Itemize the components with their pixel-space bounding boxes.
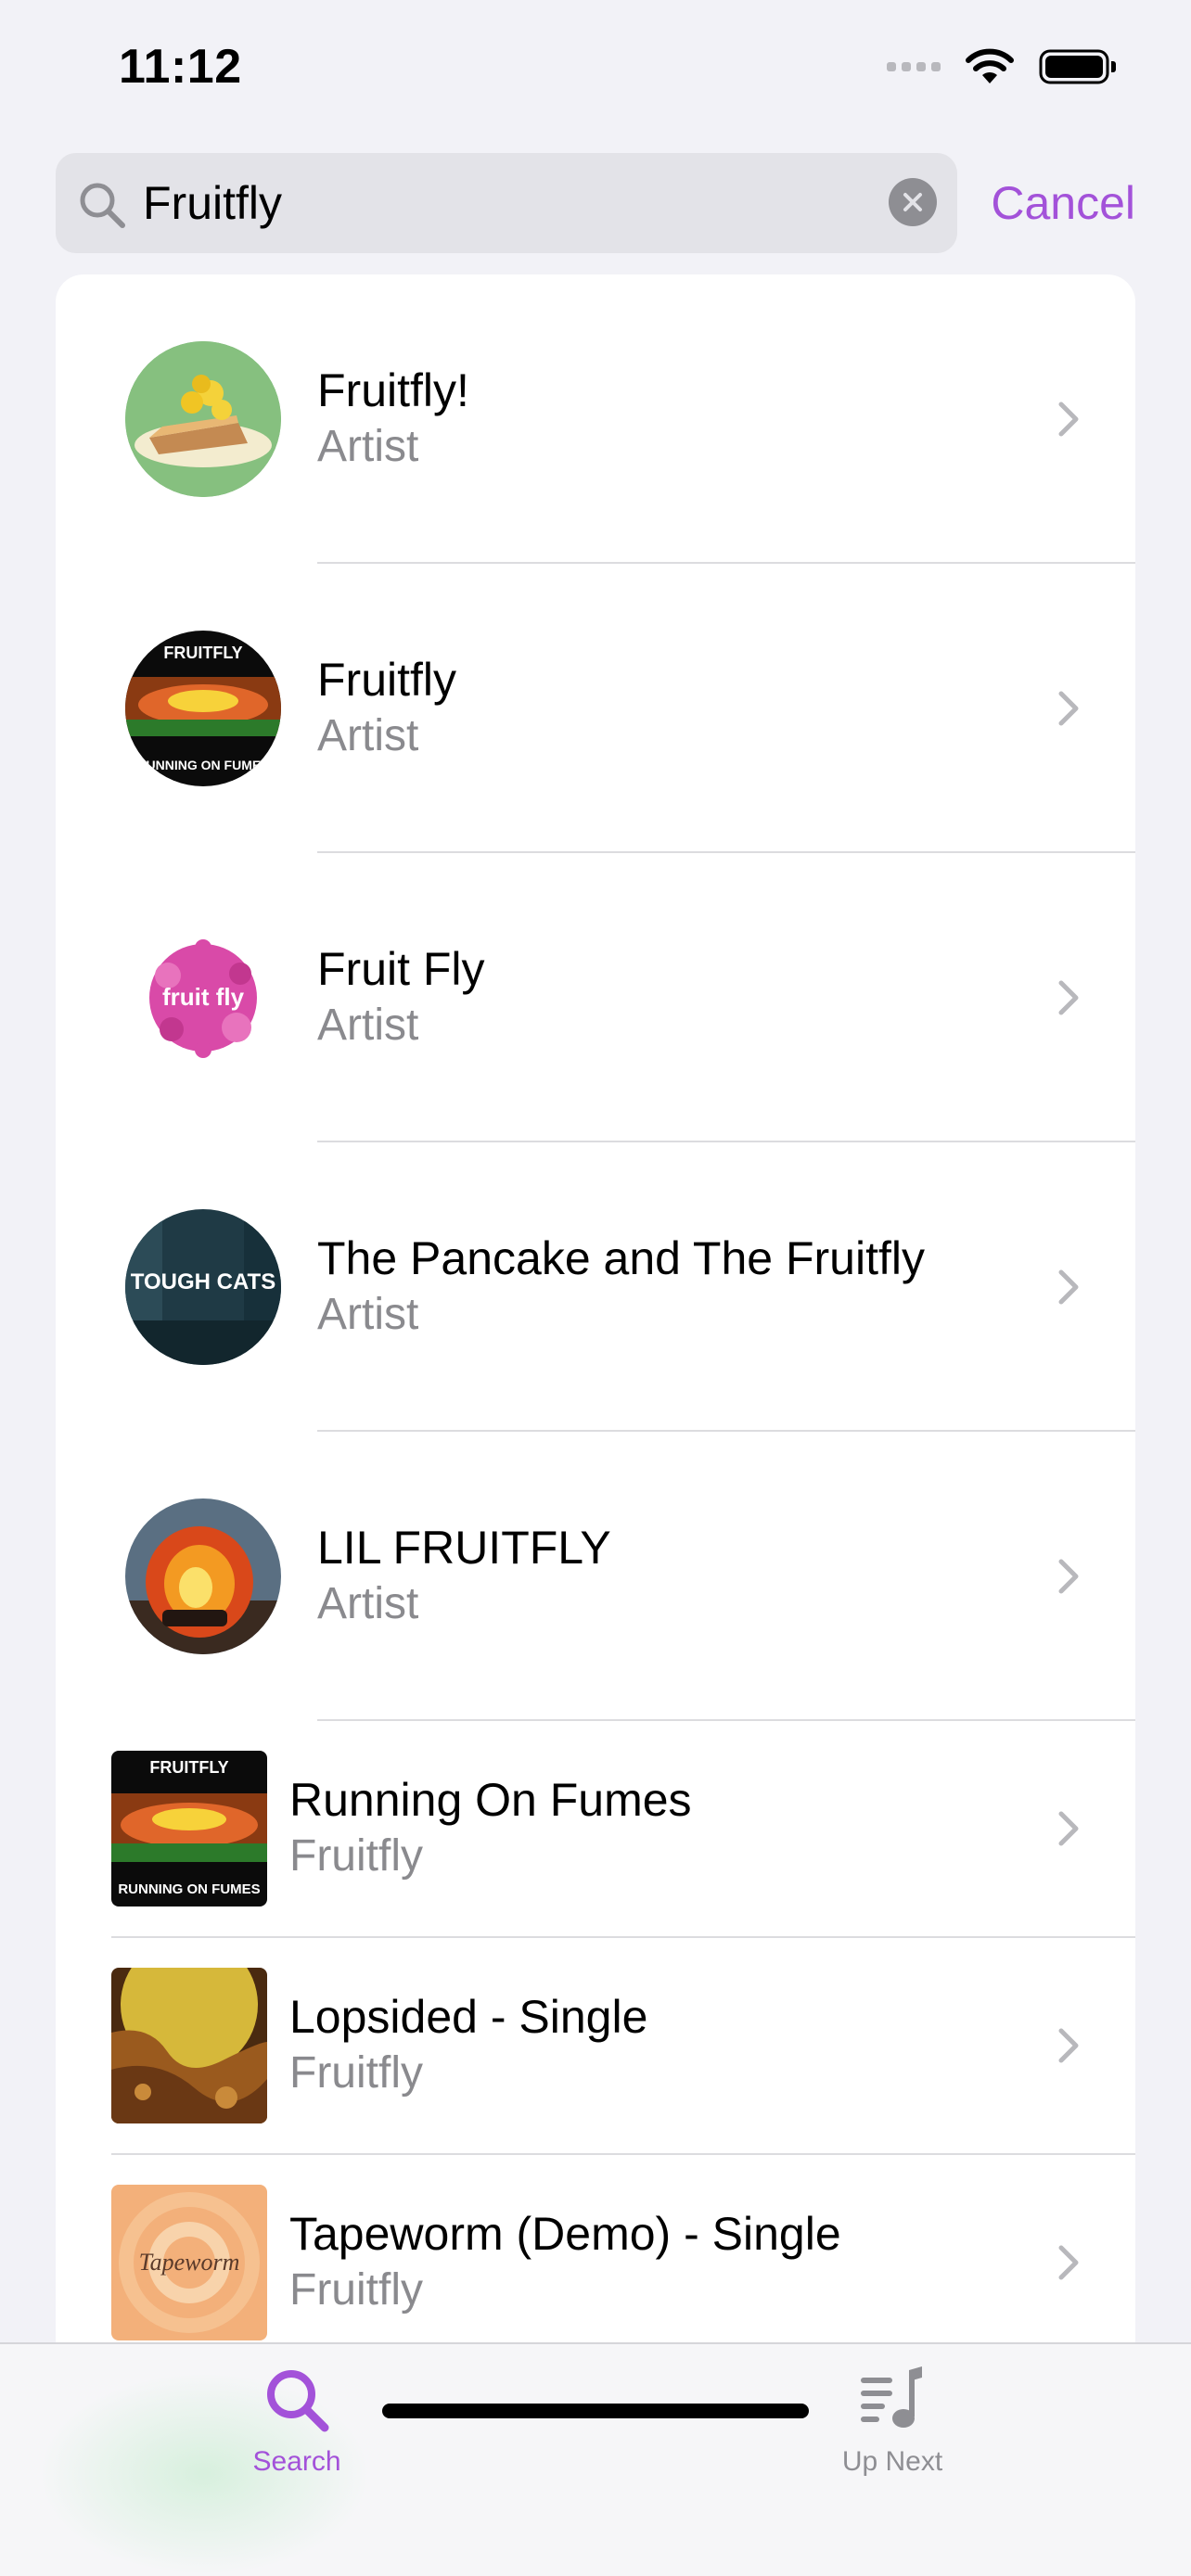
- result-title: Fruitfly: [317, 654, 456, 706]
- chevron-right-icon: [1058, 1559, 1079, 1594]
- result-title: Tapeworm (Demo) - Single: [289, 2208, 841, 2260]
- result-subtitle: Fruitfly: [289, 1831, 423, 1881]
- result-subtitle: Artist: [317, 1290, 419, 1339]
- artwork-text: RUNNING ON FUMES: [118, 1881, 260, 1897]
- tab-bar: Search Up Next: [0, 2342, 1191, 2576]
- search-input[interactable]: [143, 153, 903, 253]
- result-row-album[interactable]: Tapeworm Tapeworm (Demo) - Single Fruitf…: [56, 2155, 1135, 2342]
- result-row-artist[interactable]: TOUGH CATS The Pancake and The Fruitfly …: [56, 1142, 1135, 1432]
- artwork-text: fruit fly: [162, 983, 245, 1011]
- tab-search[interactable]: Search: [158, 2363, 436, 2511]
- chevron-right-icon: [1058, 1811, 1079, 1846]
- chevron-right-icon: [1058, 980, 1079, 1015]
- result-row-artist[interactable]: FRUITFLY RUNNING ON FUMES Fruitfly Artis…: [56, 564, 1135, 853]
- magnifying-glass-icon: [80, 183, 125, 228]
- chevron-right-icon: [1058, 1269, 1079, 1305]
- result-row-artist[interactable]: Fruitfly! Artist: [56, 274, 1135, 564]
- home-indicator[interactable]: [382, 2404, 809, 2418]
- result-subtitle: Artist: [317, 711, 419, 760]
- artist-artwork: FRUITFLY RUNNING ON FUMES: [125, 631, 281, 786]
- artist-artwork: TOUGH CATS: [125, 1209, 281, 1365]
- tab-label: Search: [252, 2446, 341, 2477]
- search-field[interactable]: [56, 153, 957, 253]
- result-title: Fruitfly!: [317, 364, 469, 416]
- result-title: Fruit Fly: [317, 943, 485, 995]
- battery-icon: [1039, 49, 1116, 84]
- result-row-album[interactable]: FRUITFLY RUNNING ON FUMES Running On Fum…: [56, 1721, 1135, 1938]
- result-title: The Pancake and The Fruitfly: [317, 1232, 925, 1284]
- artist-artwork: [125, 341, 281, 497]
- result-subtitle: Fruitfly: [289, 2048, 423, 2098]
- chevron-right-icon: [1058, 2028, 1079, 2063]
- status-bar: 11:12: [0, 0, 1191, 139]
- result-title: Running On Fumes: [289, 1774, 692, 1826]
- status-time: 11:12: [119, 40, 242, 94]
- artist-artwork: [125, 1498, 281, 1654]
- artwork-text: FRUITFLY: [149, 1758, 228, 1777]
- result-subtitle: Artist: [317, 422, 419, 471]
- tab-label: Up Next: [841, 2446, 943, 2477]
- clear-search-button[interactable]: [889, 178, 937, 226]
- album-artwork: FRUITFLY RUNNING ON FUMES: [111, 1751, 267, 1906]
- up-next-queue-icon: [861, 2366, 922, 2428]
- cellular-signal-icon: [887, 62, 941, 71]
- artwork-text: RUNNING ON FUMES: [136, 758, 269, 772]
- result-subtitle: Fruitfly: [289, 2265, 423, 2315]
- search-icon: [267, 2370, 329, 2432]
- search-results-list: Fruitfly! Artist FRUITFLY RUNNING ON FUM…: [56, 274, 1135, 2342]
- search-row: Cancel: [56, 153, 1135, 253]
- result-title: Lopsided - Single: [289, 1991, 648, 2043]
- app-screen: 11:12 Fruitfly Cancel Fruitfly! Artist F…: [0, 0, 1191, 2576]
- chevron-right-icon: [1058, 402, 1079, 437]
- artwork-text: Tapeworm: [139, 2249, 240, 2276]
- tab-up-next[interactable]: Up Next: [753, 2363, 1031, 2511]
- artist-artwork: fruit fly: [125, 920, 281, 1076]
- result-row-artist[interactable]: LIL FRUITFLY Artist: [56, 1432, 1135, 1721]
- album-artwork: [111, 1968, 267, 2123]
- result-subtitle: Artist: [317, 1001, 419, 1050]
- status-icons: [887, 45, 1117, 89]
- artwork-text: FRUITFLY: [163, 644, 242, 662]
- result-title: LIL FRUITFLY: [317, 1522, 611, 1574]
- result-subtitle: Artist: [317, 1579, 419, 1628]
- result-row-album[interactable]: Lopsided - Single Fruitfly: [56, 1938, 1135, 2155]
- chevron-right-icon: [1058, 691, 1079, 726]
- cancel-button[interactable]: Cancel: [991, 172, 1135, 235]
- album-artwork: Tapeworm: [111, 2185, 267, 2340]
- artwork-text: TOUGH CATS: [131, 1269, 275, 1294]
- wifi-icon: [966, 48, 1014, 83]
- clear-x-icon: [903, 193, 922, 211]
- result-row-artist[interactable]: fruit fly Fruit Fly Artist: [56, 853, 1135, 1142]
- chevron-right-icon: [1058, 2245, 1079, 2280]
